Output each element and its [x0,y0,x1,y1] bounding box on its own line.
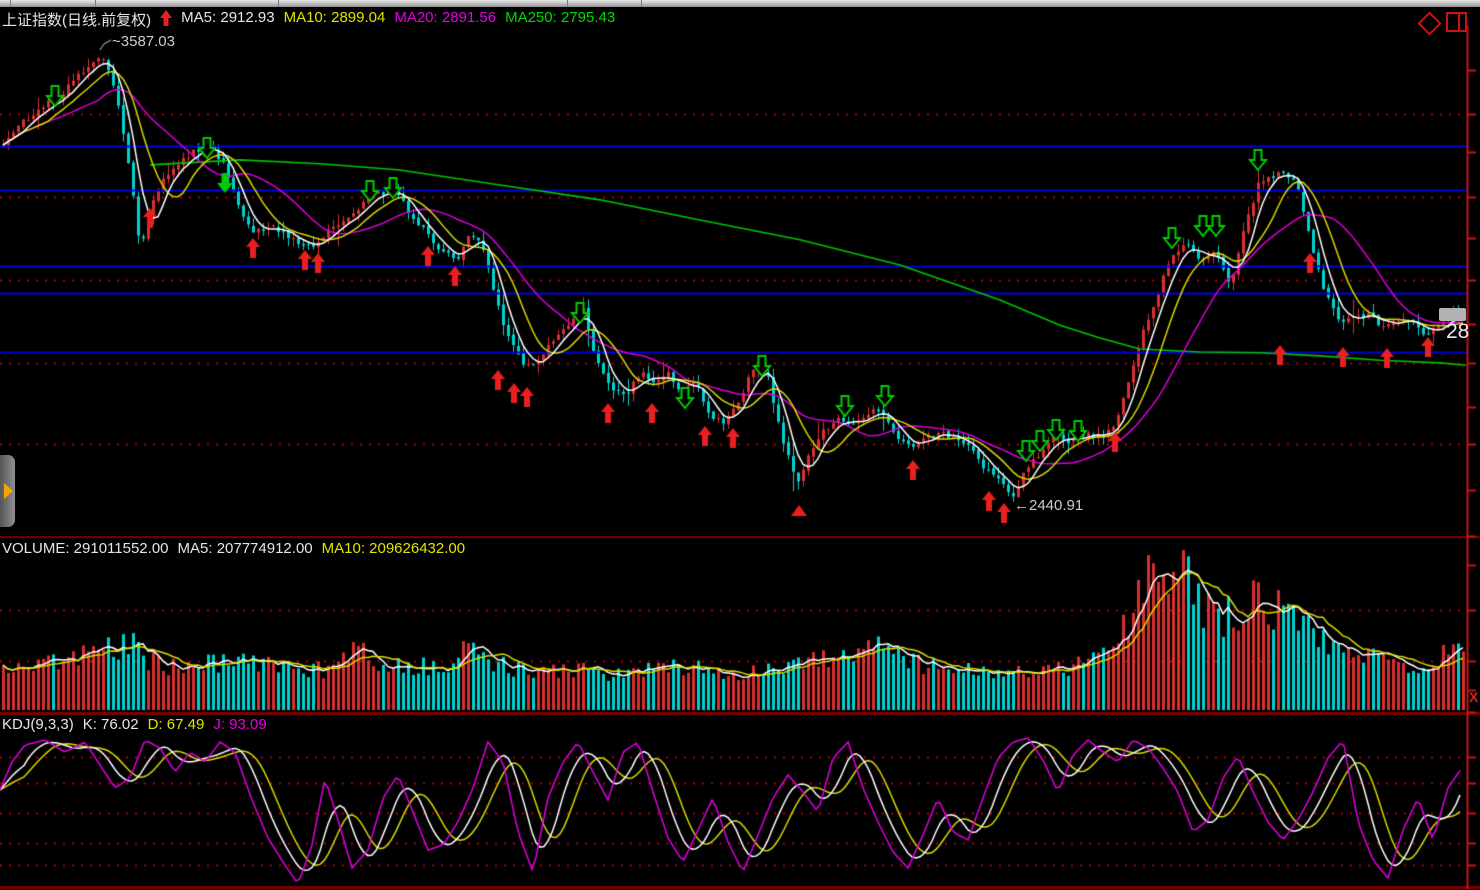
kdj-pane[interactable] [0,714,1480,886]
current-price-label: 28 [1446,320,1469,344]
volume-pane[interactable] [0,537,1480,711]
expand-triangle-icon [4,483,13,499]
toolbar-separator [567,0,568,7]
symbol-title: 上证指数(日线.前复权) [2,9,151,30]
close-pane-icon[interactable]: X [1469,689,1478,705]
toolbar-separator [278,0,279,7]
main-chart-pane[interactable] [0,7,1480,535]
toolbar-separator [641,0,642,7]
volume-value: VOLUME: 291011552.00 [2,540,169,557]
k-value: K: 76.02 [83,716,139,733]
volume-ma10-value: MA10: 209626432.00 [322,540,465,557]
main-chart-header: 上证指数(日线.前复权) MA5: 2912.93 MA10: 2899.04 … [2,9,615,30]
high-price-label: ~3587.03 [112,33,175,50]
low-price-label: ←2440.91 [1014,497,1083,514]
sidebar-expand-handle[interactable] [0,455,15,527]
trading-app-window: 上证指数(日线.前复权) MA5: 2912.93 MA10: 2899.04 … [0,0,1480,890]
volume-ma5-value: MA5: 207774912.00 [178,540,313,557]
window-divider-icon [1458,14,1460,30]
up-arrow-icon [160,10,172,31]
toolbar-separator [10,0,11,7]
j-value: J: 93.09 [213,716,266,733]
kdj-name: KDJ(9,3,3) [2,716,74,733]
volume-header: VOLUME: 291011552.00 MA5: 207774912.00 M… [2,540,465,557]
d-value: D: 67.49 [148,716,205,733]
kdj-header: KDJ(9,3,3) K: 76.02 D: 67.49 J: 93.09 [2,716,267,733]
ma20-value: MA20: 2891.56 [394,9,496,30]
ma250-value: MA250: 2795.43 [505,9,615,30]
right-axis [1466,25,1480,886]
ma5-value: MA5: 2912.93 [181,9,274,30]
split-window-icon[interactable] [1446,12,1467,32]
toolbar-separator [95,0,96,7]
toolbar-edge-strip [0,0,1480,7]
ma10-value: MA10: 2899.04 [284,9,386,30]
